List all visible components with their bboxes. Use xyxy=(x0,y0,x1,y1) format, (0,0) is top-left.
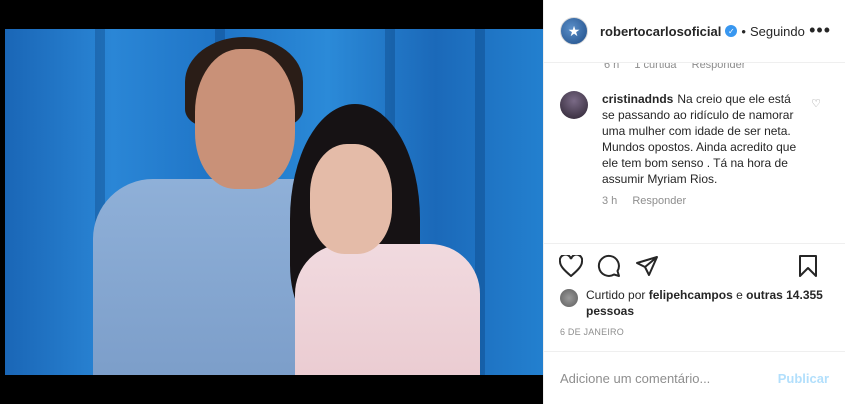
verified-badge-icon: ✓ xyxy=(725,25,738,37)
publish-button[interactable]: Publicar xyxy=(778,371,829,386)
comment-time: 3 h xyxy=(602,195,618,207)
liker-avatar[interactable] xyxy=(560,289,578,307)
add-comment-input[interactable] xyxy=(560,370,760,386)
post-actions xyxy=(544,243,845,287)
comments-list[interactable]: 6 h 1 curtida Responder cristinadnds Na c… xyxy=(544,63,845,243)
like-heart-icon[interactable] xyxy=(558,253,584,279)
comment-reply-button[interactable]: Responder xyxy=(632,195,686,207)
post-header: ★ robertocarlosoficial ✓ • Seguindo ••• xyxy=(544,0,845,63)
author-avatar[interactable]: ★ xyxy=(560,17,588,45)
likes-connector: e xyxy=(736,288,743,302)
comment-bubble-icon[interactable] xyxy=(596,253,622,279)
more-options-icon[interactable]: ••• xyxy=(809,20,831,41)
save-bookmark-icon[interactable] xyxy=(795,253,821,279)
following-button[interactable]: Seguindo xyxy=(750,24,805,39)
post-photo[interactable] xyxy=(5,29,543,375)
commenter-avatar[interactable] xyxy=(560,91,588,119)
previous-comment-reply[interactable]: Responder xyxy=(692,63,746,71)
likes-summary: Curtido por felipehcampos e outras 14.35… xyxy=(544,287,845,327)
author-username[interactable]: robertocarlosoficial xyxy=(600,24,721,39)
likes-prefix: Curtido por xyxy=(586,288,646,302)
add-comment-bar: Publicar xyxy=(544,351,845,404)
woman-figure xyxy=(295,244,480,375)
instagram-post-view: ★ robertocarlosoficial ✓ • Seguindo ••• … xyxy=(0,0,845,404)
comment-text: Na creio que ele está se passando ao rid… xyxy=(602,92,797,186)
comment-body: cristinadnds Na creio que ele está se pas… xyxy=(602,91,802,187)
post-date[interactable]: 6 DE JANEIRO xyxy=(544,327,845,351)
previous-comment-meta: 6 h 1 curtida Responder xyxy=(604,63,757,71)
commenter-username[interactable]: cristinadnds xyxy=(602,92,673,106)
comment-meta: 3 h Responder xyxy=(602,195,802,207)
previous-comment-time: 6 h xyxy=(604,63,620,71)
post-sidebar: ★ robertocarlosoficial ✓ • Seguindo ••• … xyxy=(543,0,845,404)
comment-like-heart-icon[interactable]: ♡ xyxy=(811,97,821,110)
woman-face xyxy=(310,144,392,254)
share-paper-plane-icon[interactable] xyxy=(634,253,660,279)
liker-username[interactable]: felipehcampos xyxy=(649,288,733,302)
likes-text: Curtido por felipehcampos e outras 14.35… xyxy=(586,287,829,327)
previous-comment-likes[interactable]: 1 curtida xyxy=(634,63,676,71)
comment-item: cristinadnds Na creio que ele está se pas… xyxy=(560,91,829,207)
separator-dot: • xyxy=(741,23,746,39)
post-media[interactable] xyxy=(0,0,543,404)
man-head xyxy=(195,49,295,189)
